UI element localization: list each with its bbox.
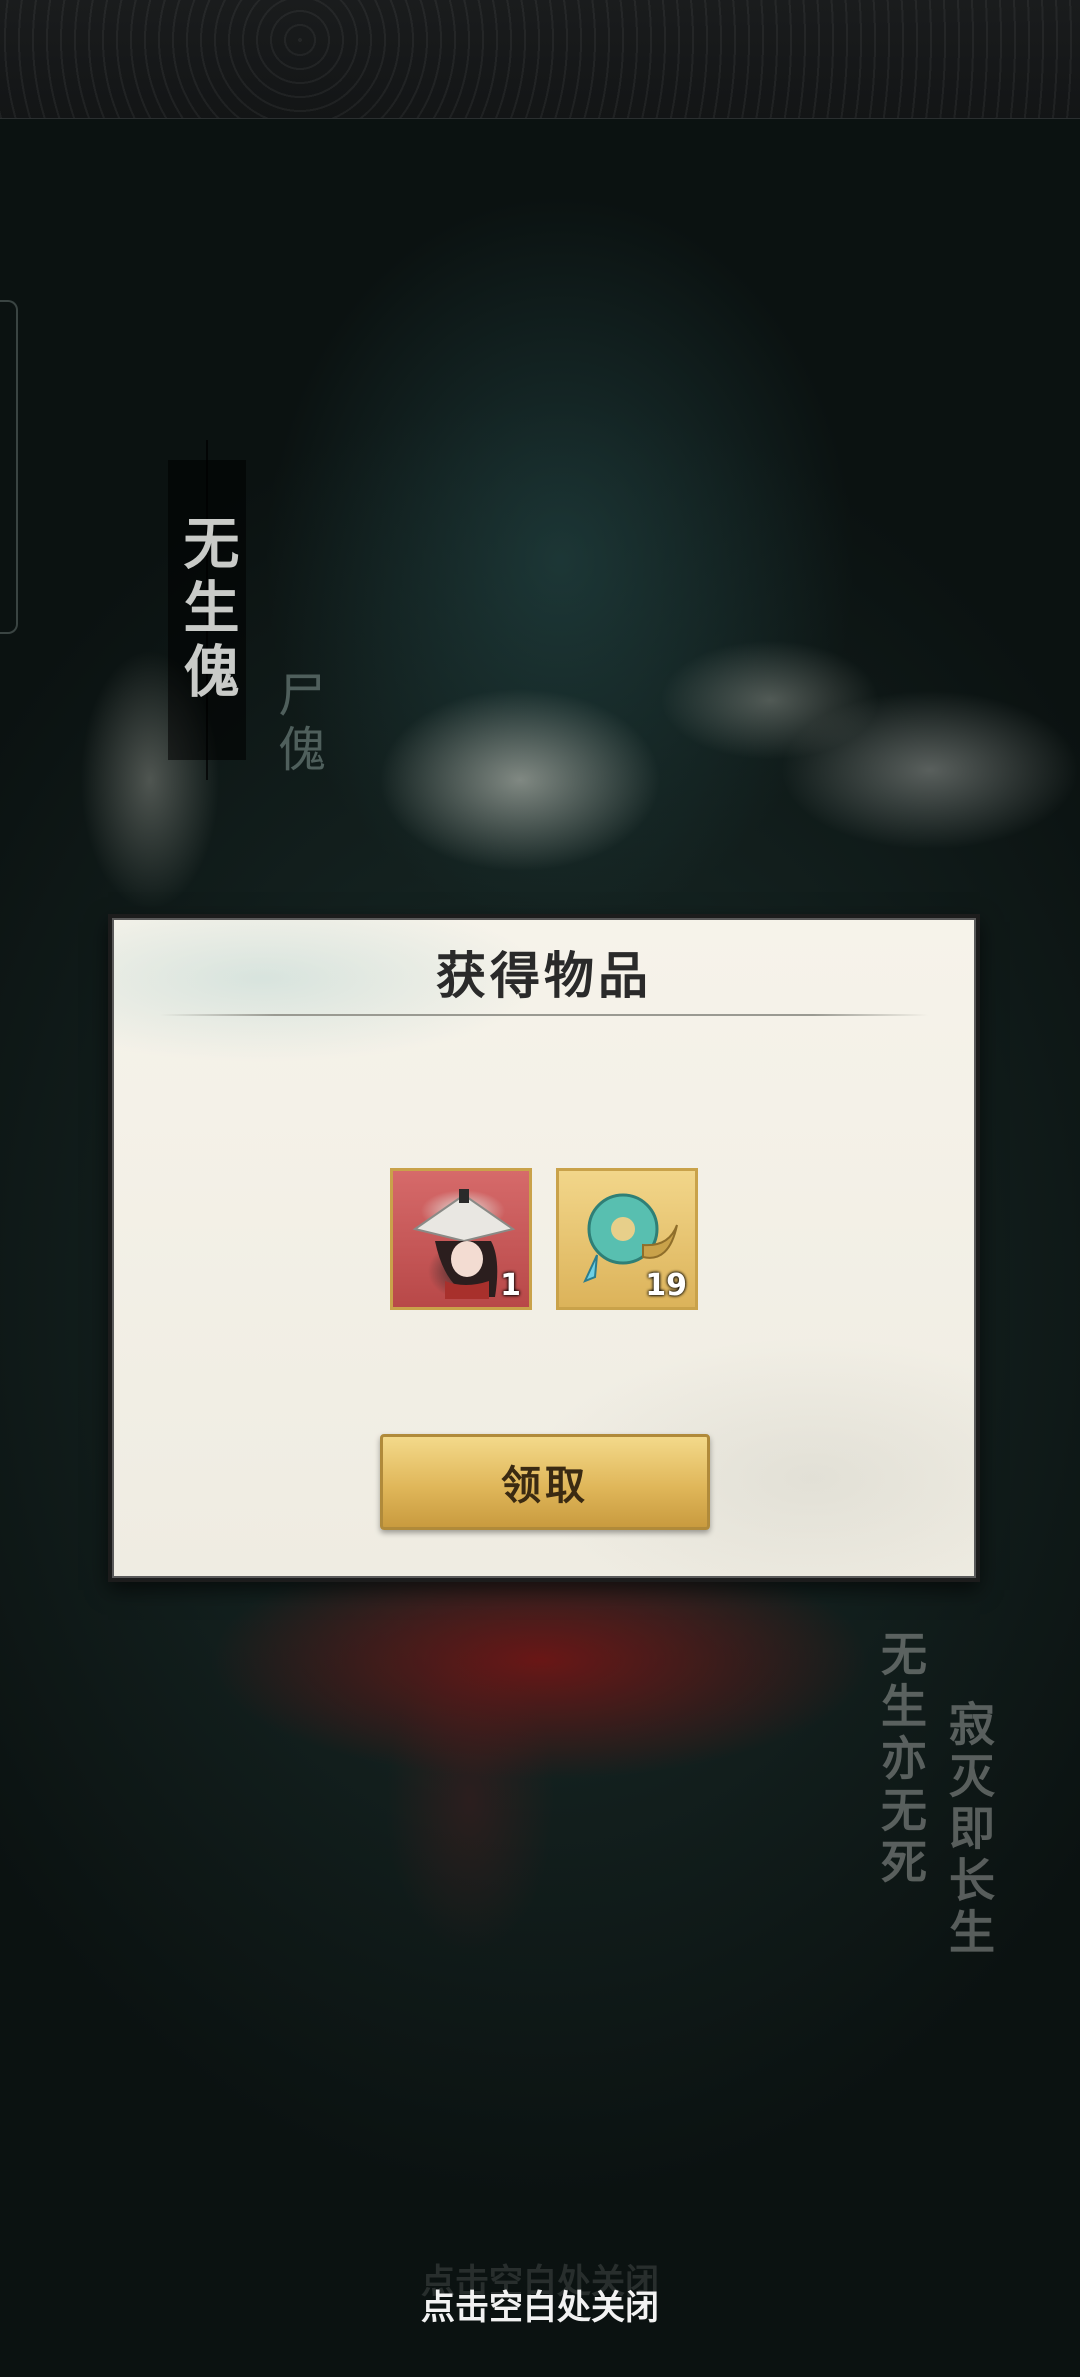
edge-tab	[0, 300, 18, 634]
top-banner	[0, 0, 1080, 119]
close-hint[interactable]: 点击空白处关闭	[0, 2280, 1080, 2329]
poem-line-2: 寂灭即长生	[942, 1700, 996, 1960]
claim-button[interactable]: 领取	[380, 1434, 710, 1530]
item-count: 19	[645, 1268, 687, 1303]
reward-item-jade[interactable]: 19	[556, 1168, 698, 1310]
reward-item-list: 1 19	[112, 1168, 976, 1318]
reward-dialog: 获得物品 1 19 领取	[108, 914, 980, 1582]
character-name: 无生傀	[168, 460, 246, 760]
item-count: 1	[500, 1268, 521, 1303]
character-type: 尸傀	[269, 670, 325, 778]
dialog-title: 获得物品	[436, 946, 652, 1005]
poem-line-1: 无生亦无死	[874, 1630, 928, 1890]
background-scene[interactable]: 无生傀 尸傀 无生亦无死 寂灭即长生 获得物品 1 19 领取 点击空白处关闭 …	[0, 0, 1080, 2377]
reward-item-character[interactable]: 1	[390, 1168, 532, 1310]
title-divider	[160, 1014, 928, 1016]
smoke-effect	[780, 690, 1080, 850]
